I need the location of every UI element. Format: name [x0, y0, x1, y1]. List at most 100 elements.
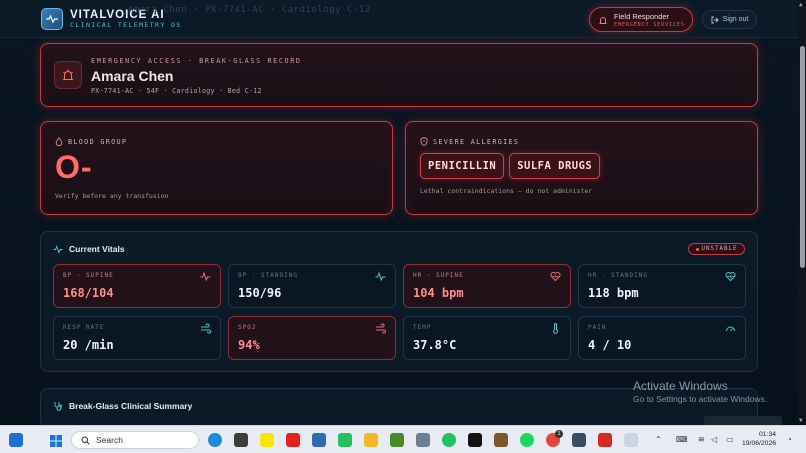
minecraft-icon[interactable]	[390, 433, 404, 447]
taskbar: Search 1 ⌃ ⌨ ≋ ◁ ▭ 01:34 19/06/2026 ◔	[0, 425, 806, 453]
blood-group-card: BLOOD GROUP O- Verify before any transfu…	[40, 121, 393, 215]
chevron-up-icon[interactable]: ⌃	[655, 435, 662, 444]
whatsapp-icon[interactable]	[338, 433, 352, 447]
allergies-heading: SEVERE ALLERGIES	[420, 137, 519, 146]
taskbar-clock[interactable]: 01:34 19/06/2026	[742, 430, 776, 448]
activity-icon	[53, 244, 63, 254]
vital-label: BP · STANDING	[238, 272, 298, 279]
allergies-label: SEVERE ALLERGIES	[433, 137, 520, 146]
access-eyebrow: EMERGENCY ACCESS · BREAK-GLASS RECORD	[91, 57, 302, 65]
vital-tile-bp-standing: BP · STANDING 150/96	[228, 264, 396, 308]
vital-label: BP · SUPINE	[63, 272, 114, 279]
vitals-panel: Current Vitals UNSTABLE BP · SUPINE 168/…	[40, 231, 758, 372]
patient-name: Amara Chen	[91, 68, 174, 84]
vital-tile-bp-supine: BP · SUPINE 168/104	[53, 264, 221, 308]
status-label: UNSTABLE	[701, 246, 738, 252]
allergy-list: PENICILLIN SULFA DRUGS	[420, 153, 601, 179]
vital-tile-temp: TEMP 37.8°C	[403, 316, 571, 360]
spotify-icon[interactable]	[520, 433, 534, 447]
snipping-tool-icon[interactable]	[624, 433, 638, 447]
vital-value: 168/104	[63, 286, 114, 300]
vital-label: HR · SUPINE	[413, 272, 464, 279]
whatsapp-web-icon[interactable]	[442, 433, 456, 447]
vital-value: 94%	[238, 338, 260, 352]
top-bar: VITALVOICE AI CLINICAL TELEMETRY OS Amar…	[0, 0, 798, 38]
clock-time: 01:34	[759, 431, 777, 438]
edge-icon[interactable]	[208, 433, 222, 447]
notifications-icon[interactable]: ◔	[787, 435, 792, 444]
patient-meta: PX-7741-AC · 54F · Cardiology · Bed C-12	[91, 87, 262, 95]
sign-out-button[interactable]: Sign out	[702, 10, 757, 29]
search-icon	[81, 436, 90, 445]
role-label: Field Responder	[614, 11, 670, 21]
blood-group-label: BLOOD GROUP	[68, 137, 128, 146]
vital-label: PAIN	[588, 324, 607, 331]
calculator-icon[interactable]	[416, 433, 430, 447]
wind-icon	[201, 323, 211, 334]
vitals-heading: Current Vitals	[53, 244, 125, 254]
notification-toast[interactable]	[704, 416, 782, 425]
wind-icon	[376, 323, 386, 334]
logout-icon	[711, 16, 719, 23]
app-window-icon[interactable]	[572, 433, 586, 447]
pulse-icon	[375, 271, 386, 282]
app-window: VITALVOICE AI CLINICAL TELEMETRY OS Amar…	[0, 0, 798, 425]
vital-value: 20 /min	[63, 338, 114, 352]
summary-heading: Break-Glass Clinical Summary	[53, 401, 192, 411]
shield-icon	[420, 137, 428, 146]
battery-icon[interactable]: ▭	[726, 435, 734, 444]
widgets-icon[interactable]	[9, 433, 23, 447]
scroll-down-icon[interactable]: ▼	[799, 417, 803, 424]
start-icon[interactable]	[49, 433, 63, 447]
search-placeholder: Search	[96, 435, 123, 445]
wifi-icon[interactable]: ≋	[698, 435, 705, 444]
logo-icon	[41, 8, 63, 30]
heart-icon	[550, 272, 561, 282]
snapchat-icon[interactable]	[260, 433, 274, 447]
allergy-chip: PENICILLIN	[420, 153, 505, 179]
summary-title: Break-Glass Clinical Summary	[69, 401, 193, 411]
pulse-icon	[200, 271, 211, 282]
siren-icon	[599, 16, 607, 24]
allergies-card: SEVERE ALLERGIES PENICILLIN SULFA DRUGS …	[405, 121, 758, 215]
scrollbar-thumb[interactable]	[800, 46, 805, 268]
window-title: Amara Chen · PX-7741-AC · Cardiology C-1…	[128, 5, 371, 15]
minecraft-launcher-icon[interactable]	[494, 433, 508, 447]
blood-group-value: O-	[55, 149, 93, 185]
role-sub: EMERGENCY SERVICES	[614, 21, 685, 28]
activation-watermark-text: Go to Settings to activate Windows.	[633, 394, 768, 404]
folder-icon[interactable]	[364, 433, 378, 447]
alarm-icon	[54, 61, 82, 89]
volume-icon[interactable]: ◁	[711, 435, 717, 444]
thermometer-icon	[553, 323, 558, 334]
vital-value: 104 bpm	[413, 286, 464, 300]
heart-icon	[725, 272, 736, 282]
tiktok-icon[interactable]	[468, 433, 482, 447]
clock-date: 19/06/2026	[742, 440, 777, 447]
brand-tagline: CLINICAL TELEMETRY OS	[70, 21, 182, 29]
patient-header-card: EMERGENCY ACCESS · BREAK-GLASS RECORD Am…	[40, 43, 758, 107]
role-button[interactable]: Field Responder EMERGENCY SERVICES	[589, 7, 693, 32]
vital-value: 150/96	[238, 286, 282, 300]
vital-tile-hr-standing: HR · STANDING 118 bpm	[578, 264, 746, 308]
vital-tile-resp-rate: RESP RATE 20 /min	[53, 316, 221, 360]
allergy-chip: SULFA DRUGS	[509, 153, 601, 179]
activation-watermark-title: Activate Windows	[633, 379, 728, 393]
vital-tile-pain: PAIN 4 / 10	[578, 316, 746, 360]
notification-badge: 1	[555, 430, 563, 438]
allergies-note: Lethal contraindications — do not admini…	[420, 187, 593, 195]
vital-tile-hr-supine: HR · SUPINE 104 bpm	[403, 264, 571, 308]
vital-tile-spo2: SPO2 94%	[228, 316, 396, 360]
acrobat-icon[interactable]	[598, 433, 612, 447]
scroll-up-icon[interactable]: ▲	[799, 1, 803, 8]
vitals-title: Current Vitals	[69, 244, 125, 254]
store-icon[interactable]	[312, 433, 326, 447]
clock-app-icon[interactable]	[234, 433, 248, 447]
vital-label: RESP RATE	[63, 324, 105, 331]
keyboard-icon[interactable]: ⌨	[676, 435, 688, 444]
taskbar-search[interactable]: Search	[71, 431, 199, 449]
youtube-icon[interactable]	[286, 433, 300, 447]
vital-label: SPO2	[238, 324, 257, 331]
sign-out-label: Sign out	[722, 16, 749, 23]
vital-label: HR · STANDING	[588, 272, 648, 279]
